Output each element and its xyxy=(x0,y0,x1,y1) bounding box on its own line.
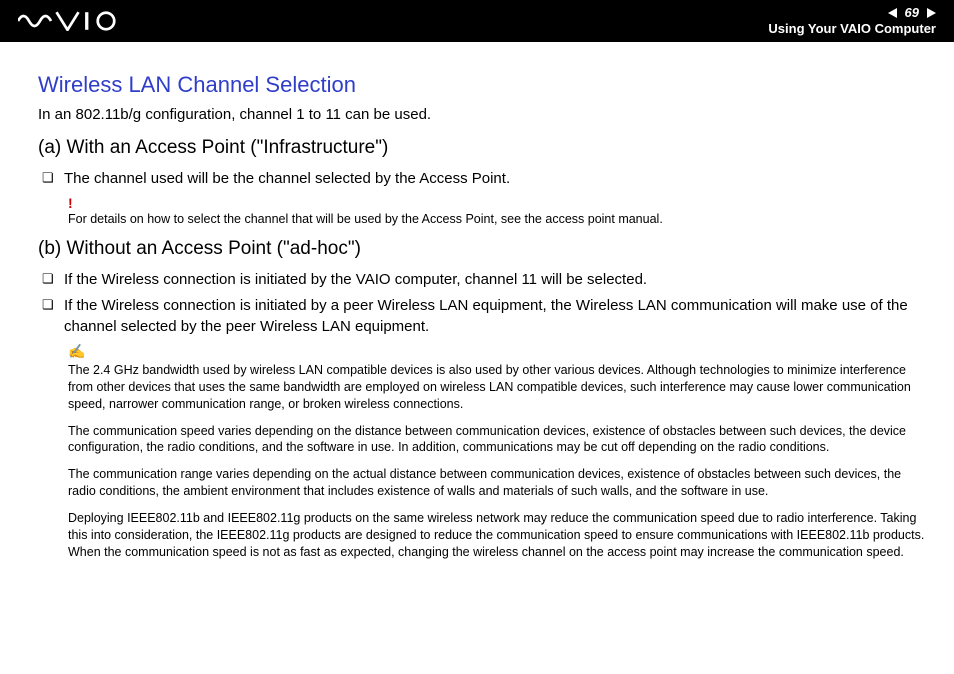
section-a-bullets: The channel used will be the channel sel… xyxy=(38,169,932,189)
page: 69 Using Your VAIO Computer Wireless LAN… xyxy=(0,0,954,674)
warning-icon: ! xyxy=(68,195,932,211)
header-right: 69 Using Your VAIO Computer xyxy=(768,5,936,36)
section-a-heading: (a) With an Access Point ("Infrastructur… xyxy=(38,137,932,159)
section-b-heading: (b) Without an Access Point ("ad-hoc") xyxy=(38,238,932,260)
note-icon: ✍ xyxy=(68,343,932,360)
list-item: If the Wireless connection is initiated … xyxy=(38,296,932,337)
list-item: The channel used will be the channel sel… xyxy=(38,169,932,189)
list-item: If the Wireless connection is initiated … xyxy=(38,270,932,290)
content: Wireless LAN Channel Selection In an 802… xyxy=(0,42,954,561)
page-number: 69 xyxy=(901,5,923,21)
prev-page-arrow-icon[interactable] xyxy=(888,8,897,18)
intro-text: In an 802.11b/g configuration, channel 1… xyxy=(38,106,932,123)
header-subtitle: Using Your VAIO Computer xyxy=(768,21,936,37)
note-text: The communication range varies depending… xyxy=(68,466,932,500)
note-text: Deploying IEEE802.11b and IEEE802.11g pr… xyxy=(68,510,932,561)
section-b-notes-block: ✍ The 2.4 GHz bandwidth used by wireless… xyxy=(68,343,932,561)
note-text: The communication speed varies depending… xyxy=(68,423,932,457)
page-title: Wireless LAN Channel Selection xyxy=(38,72,932,98)
next-page-arrow-icon[interactable] xyxy=(927,8,936,18)
warning-text: For details on how to select the channel… xyxy=(68,211,932,228)
page-nav: 69 xyxy=(768,5,936,21)
header-bar: 69 Using Your VAIO Computer xyxy=(0,0,954,42)
vaio-logo xyxy=(18,11,128,31)
note-text: The 2.4 GHz bandwidth used by wireless L… xyxy=(68,362,932,413)
section-b-bullets: If the Wireless connection is initiated … xyxy=(38,270,932,337)
section-a-warning-block: ! For details on how to select the chann… xyxy=(68,195,932,228)
